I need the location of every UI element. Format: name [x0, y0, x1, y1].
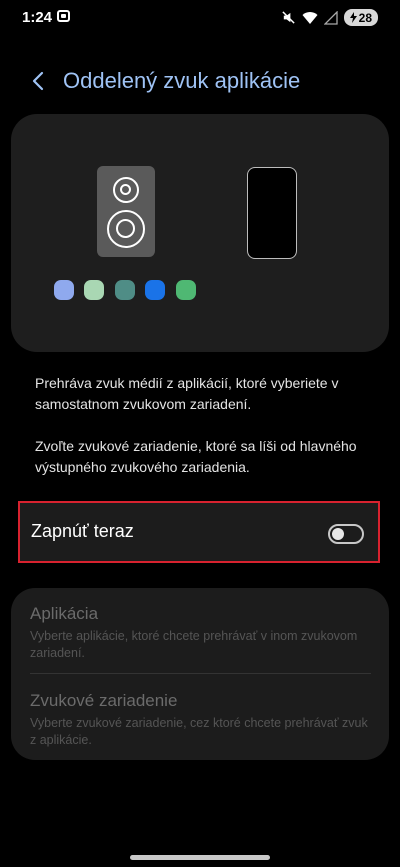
status-bar: 1:24 28 — [0, 0, 400, 36]
app-color-dot — [84, 280, 104, 300]
home-indicator[interactable] — [130, 855, 270, 860]
speaker-icon — [97, 166, 155, 257]
divider — [30, 673, 371, 674]
battery-indicator: 28 — [343, 9, 378, 26]
status-time: 1:24 — [22, 9, 53, 26]
page-title: Oddelený zvuk aplikácie — [63, 68, 301, 93]
battery-level: 28 — [358, 10, 372, 25]
illustration-card — [11, 114, 389, 352]
app-setting-subtitle: Vyberte aplikácie, ktoré chcete prehráva… — [30, 629, 358, 660]
app-color-dot — [176, 280, 196, 300]
sound-device-title: Zvukové zariadenie — [30, 691, 178, 710]
app-setting-title: Aplikácia — [30, 604, 99, 623]
sound-device-subtitle: Vyberte zvukové zariadenie, cez ktoré ch… — [30, 716, 368, 747]
signal-icon — [323, 10, 338, 25]
app-color-dot — [54, 280, 74, 300]
app-color-dot — [115, 280, 135, 300]
back-icon[interactable] — [28, 66, 52, 96]
toggle-label: Zapnúť teraz — [31, 521, 134, 541]
screenshot-icon — [57, 10, 70, 22]
speaker-tweeter — [113, 177, 139, 203]
status-icons: 28 — [281, 9, 378, 26]
enable-toggle-row[interactable]: Zapnúť teraz — [18, 501, 380, 563]
app-setting[interactable]: Aplikácia Vyberte aplikácie, ktoré chcet… — [30, 604, 375, 662]
phone-icon — [247, 167, 297, 259]
app-color-dot — [145, 280, 165, 300]
speaker-woofer — [107, 210, 145, 248]
wifi-icon — [302, 11, 318, 24]
charging-icon — [349, 12, 357, 23]
description-text: Prehráva zvuk médií z aplikácií, ktoré v… — [35, 375, 339, 412]
settings-card: Aplikácia Vyberte aplikácie, ktoré chcet… — [11, 588, 389, 760]
enable-switch[interactable] — [328, 524, 364, 544]
switch-knob — [332, 528, 344, 540]
header: Oddelený zvuk aplikácie — [0, 62, 400, 102]
description-text-2: Zvoľte zvukové zariadenie, ktoré sa líši… — [35, 438, 357, 475]
sound-device-setting[interactable]: Zvukové zariadenie Vyberte zvukové zaria… — [30, 691, 375, 749]
mute-icon — [281, 11, 295, 24]
